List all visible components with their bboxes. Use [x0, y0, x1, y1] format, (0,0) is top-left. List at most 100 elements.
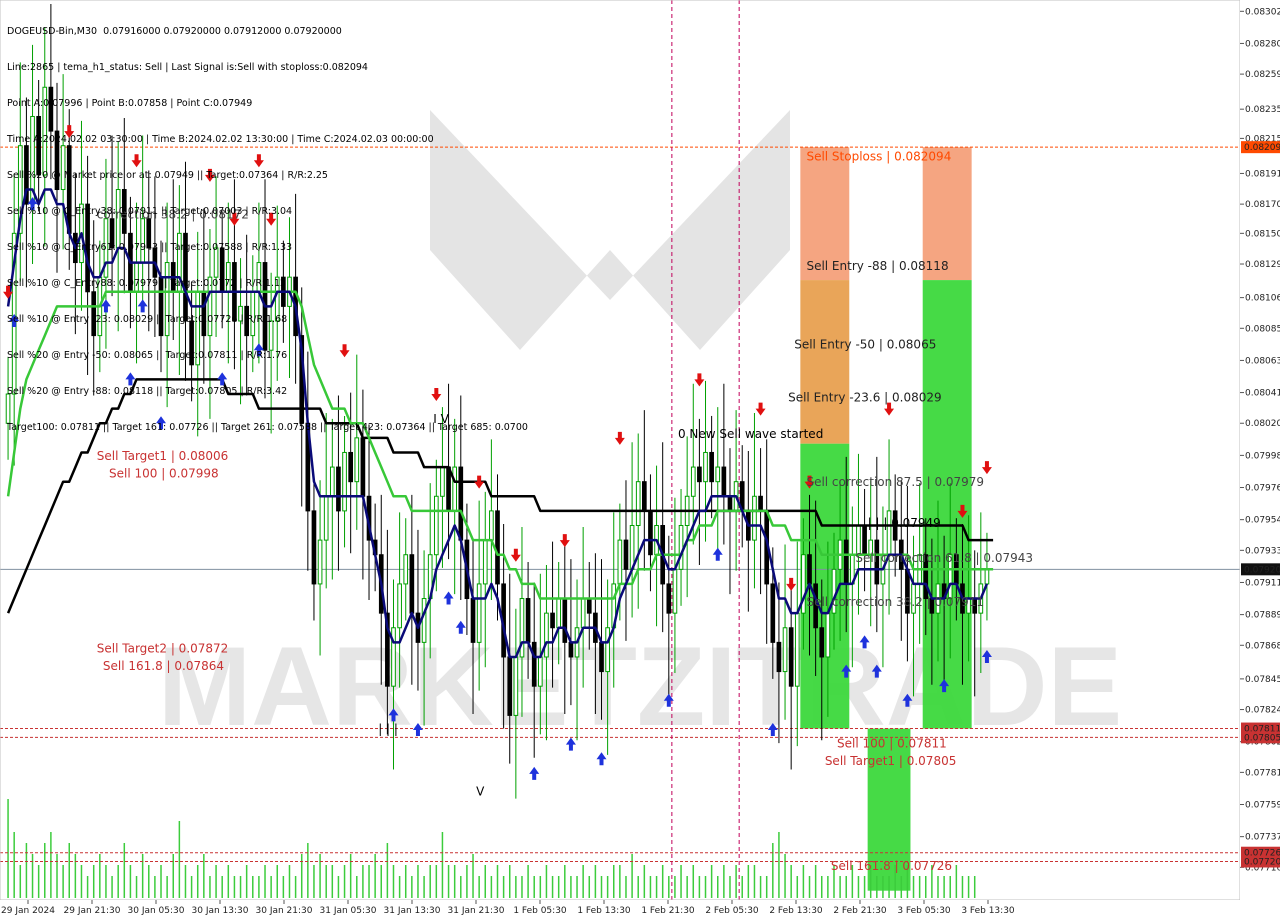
candle-body [342, 451, 347, 512]
candle-body [513, 656, 519, 716]
info-line-times: Time A:2024.02.02 03:30:00 | Time B:2024… [7, 134, 434, 145]
info-line-entry-23: Sell %10 @ Entry -23: 0.08029 || Target:… [7, 314, 288, 325]
chart-annotation: Sell Entry -23.6 | 0.08029 [788, 390, 942, 404]
y-tick-label: 0.08129 [1245, 260, 1280, 270]
candle-body [336, 466, 341, 512]
y-tick-label: 0.07889 [1245, 611, 1280, 621]
candle-body [482, 539, 488, 585]
candle-body [476, 583, 482, 643]
candle-body [489, 510, 494, 541]
candle-body [758, 495, 763, 512]
info-line-entry61: Sell %10 @ C_Entry61: 0.07943 || Target:… [7, 242, 293, 253]
info-line-entry-88: Sell %20 @ Entry -88: 0.08118 || Target:… [7, 386, 288, 397]
chart-annotation: Sell 161.8 | 0.07726 [831, 859, 952, 873]
chart-annotation: Sell correction 38.2 | 0.07911 [806, 595, 984, 609]
candle-body [348, 451, 354, 483]
candle-body [782, 627, 788, 673]
candle-body [440, 466, 445, 497]
x-tick-label: 2 Feb 21:30 [833, 906, 887, 916]
x-tick-label: 30 Jan 05:30 [128, 906, 185, 916]
y-tick-label: 0.07976 [1245, 484, 1280, 494]
chart-annotation: 0 New Sell wave started [678, 427, 823, 441]
x-tick-label: 29 Jan 2024 [1, 906, 55, 916]
watermark-text: MARKETZITRADE [158, 624, 1122, 749]
x-tick-label: 3 Feb 05:30 [897, 906, 951, 916]
x-tick-label: 31 Jan 13:30 [384, 906, 441, 916]
candle-body [329, 466, 335, 497]
price-tag-label: 0.07720 [1244, 857, 1280, 867]
x-tick-label: 2 Feb 05:30 [705, 906, 759, 916]
y-tick-label: 0.07737 [1245, 833, 1280, 843]
y-tick-label: 0.07824 [1245, 706, 1280, 716]
candle-body [544, 612, 549, 658]
candle-body [458, 466, 464, 541]
candle-body [311, 510, 317, 585]
candle-body [715, 466, 721, 483]
x-tick-label: 2 Feb 13:30 [769, 906, 823, 916]
y-axis: 0.083020.082800.082590.082350.082150.081… [1240, 0, 1280, 920]
candle-body [586, 598, 592, 614]
x-tick-label: 1 Feb 13:30 [577, 906, 631, 916]
candle-body [984, 568, 990, 585]
candle-body [531, 641, 537, 687]
y-tick-label: 0.07954 [1245, 516, 1280, 526]
y-tick-label: 0.07911 [1245, 578, 1280, 588]
candle-body [470, 598, 476, 643]
y-tick-label: 0.08235 [1245, 105, 1280, 115]
y-tick-label: 0.08150 [1245, 229, 1280, 239]
chart-annotation: Sell Entry -88 | 0.08118 [806, 259, 948, 273]
y-tick-label: 0.08170 [1245, 200, 1280, 210]
candle-body [525, 598, 531, 643]
y-tick-label: 0.07781 [1245, 768, 1280, 778]
candle-body [562, 598, 568, 643]
candle-body [825, 612, 831, 658]
y-tick-label: 0.08020 [1245, 419, 1280, 429]
candle-body [446, 466, 451, 512]
candle-body [568, 641, 574, 658]
price-tag-label: 0.08209 [1244, 143, 1280, 153]
chart-annotation: | | | 0.07949 [868, 516, 941, 530]
candle-body [709, 451, 714, 483]
chart-annotation: Sell 100 | 0.07811 [837, 737, 947, 751]
chart-annotation: V [476, 785, 485, 799]
chart-annotation: Sell Stoploss | 0.082094 [806, 149, 951, 163]
candle-body [721, 466, 727, 497]
candle-body [641, 481, 647, 512]
info-line-points: Point A:0.07996 | Point B:0.07858 | Poin… [7, 98, 253, 109]
chart-annotation: Sell correction 87.5 | 0.07979 [806, 475, 984, 489]
candle-body [697, 466, 702, 483]
y-tick-label: 0.08085 [1245, 324, 1280, 334]
candle-body [580, 598, 586, 629]
chart-annotation: Sell Target1 | 0.07805 [825, 754, 957, 768]
chart-annotation: Sell correction 61.8 | 0.07943 [855, 551, 1033, 565]
info-line-entry88: Sell %10 @ C_Entry88: 0.07979 || Target:… [7, 278, 287, 289]
info-line-entry38: Sell %10 @ C_Entry38: 0.07911 || Target:… [7, 206, 293, 217]
candle-body [452, 466, 458, 512]
y-tick-label: 0.08041 [1245, 389, 1280, 399]
candle-body [433, 495, 439, 556]
y-tick-label: 0.07845 [1245, 675, 1280, 685]
info-line-entry-50: Sell %20 @ Entry -50: 0.08065 || Target:… [7, 350, 288, 361]
candle-body [556, 598, 562, 629]
candle-body [770, 583, 776, 643]
candle-body [550, 612, 555, 629]
y-tick-label: 0.08302 [1245, 7, 1280, 17]
candle-body [360, 437, 366, 497]
x-tick-label: 30 Jan 13:30 [192, 906, 249, 916]
candle-body [617, 539, 623, 585]
y-tick-label: 0.07868 [1245, 641, 1280, 651]
info-line-symbol: DOGEUSD-Bin,M30 0.07916000 0.07920000 0.… [7, 26, 342, 37]
x-tick-label: 30 Jan 21:30 [256, 906, 313, 916]
candle-body [807, 554, 812, 585]
candle-body [666, 583, 672, 614]
y-tick-label: 0.08280 [1245, 39, 1280, 49]
info-line-targets: Target100: 0.07811 || Target 161: 0.0772… [7, 422, 528, 433]
candle-body [788, 627, 794, 687]
x-tick-label: 1 Feb 05:30 [513, 906, 567, 916]
y-tick-label: 0.07933 [1245, 546, 1280, 556]
candle-body [397, 583, 402, 629]
candle-body [727, 495, 733, 512]
candle-body [635, 481, 641, 527]
current-price-label: 0.07920 [1244, 565, 1280, 575]
chart-annotation: | | | [378, 722, 398, 736]
